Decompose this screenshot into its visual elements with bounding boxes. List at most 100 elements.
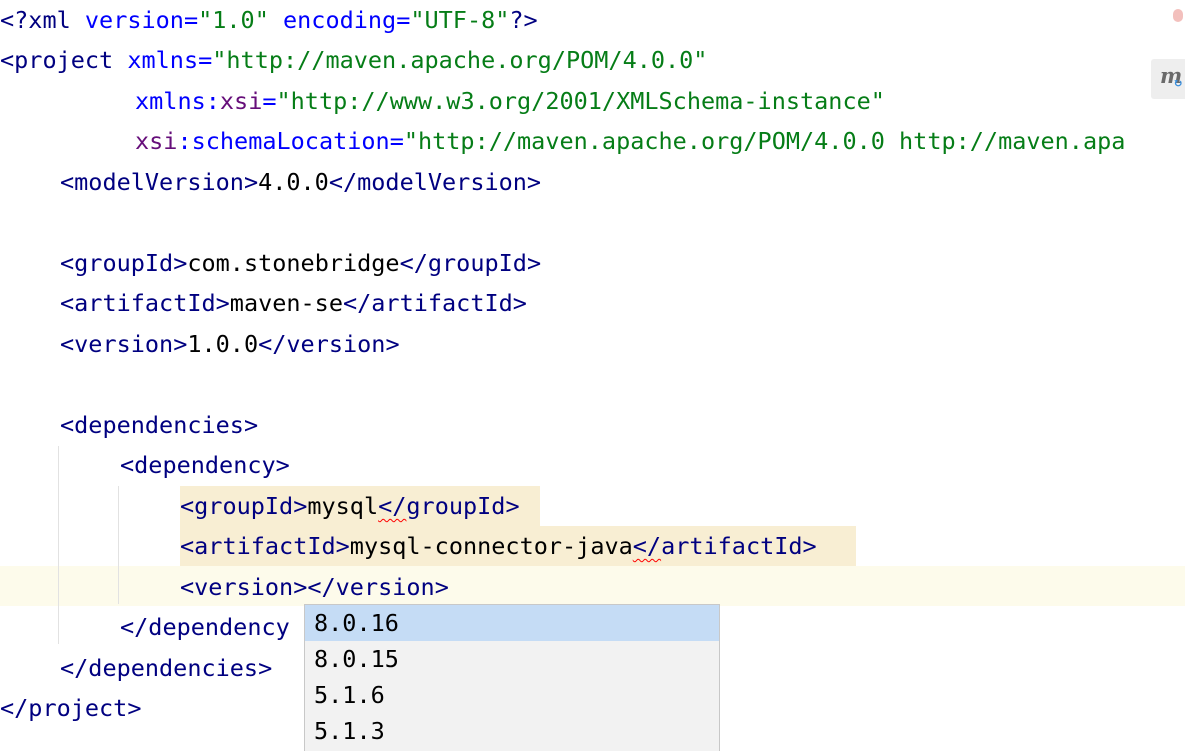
code-line-5[interactable]: <modelVersion>4.0.0</modelVersion> [60, 162, 541, 202]
tag-punct: ?> [509, 6, 538, 34]
code-line-16[interactable]: </dependency [120, 607, 290, 647]
tag-text: mysql-connector-java [349, 532, 633, 560]
tag-punct: </ [342, 289, 372, 317]
completion-item[interactable]: 5.1.3 [305, 713, 719, 749]
tag-name: version [286, 330, 386, 358]
tag-name: version [335, 573, 435, 601]
tag-punct: > [526, 168, 542, 196]
code-line-3[interactable]: xmlns:xsi="http://www.w3.org/2001/XMLSch… [135, 81, 885, 121]
tag-name: dependency [148, 613, 290, 641]
tag-punct: > [215, 289, 230, 317]
tag-name: project [14, 46, 114, 74]
tag-punct: > [293, 492, 308, 520]
tag-punct: < [180, 532, 195, 560]
attr-value: "UTF-8" [410, 6, 510, 34]
tag-punct: > [293, 573, 308, 601]
indent-guide [118, 486, 119, 604]
code-line-13[interactable]: <groupId>mysql</groupId> [180, 486, 520, 526]
tag-name: project [28, 694, 128, 722]
attr-value: "http://maven.apache.org/POM/4.0.0 http:… [403, 127, 1126, 155]
tag-name: artifactId [371, 289, 513, 317]
completion-item[interactable]: 5.1.6 [305, 677, 719, 713]
attr-eq: = [396, 6, 411, 34]
tag-punct: </ [60, 654, 89, 682]
tag-name: groupId [406, 492, 506, 520]
code-line-7[interactable]: <groupId>com.stonebridge</groupId> [60, 243, 541, 283]
tag-name: modelVersion [357, 168, 527, 196]
attr-colon: : [177, 127, 192, 155]
tag-punct: </ [307, 573, 336, 601]
tag-punct: > [173, 330, 188, 358]
tag-text: com.stonebridge [187, 249, 400, 277]
attr-ns: xsi [135, 127, 178, 155]
code-line-14[interactable]: <artifactId>mysql-connector-java</artifa… [180, 526, 817, 566]
code-line-2[interactable]: <project xmlns="http://maven.apache.org/… [0, 40, 707, 80]
tag-name: version [74, 330, 174, 358]
attr-eq: = [389, 127, 404, 155]
tag-punct: </ [258, 330, 287, 358]
code-line-8[interactable]: <artifactId>maven-se</artifactId> [60, 283, 527, 323]
attr-name: version [84, 6, 184, 34]
tag-punct: > [434, 573, 449, 601]
completion-popup[interactable]: 8.0.16 8.0.15 5.1.6 5.1.3 [304, 604, 720, 751]
tag-punct: </ [328, 168, 358, 196]
attr-eq: = [198, 46, 213, 74]
tag-punct: < [60, 330, 75, 358]
tag-name: dependency [134, 451, 276, 479]
tag-punct: < [180, 492, 195, 520]
attr-value: "http://maven.apache.org/POM/4.0.0" [212, 46, 708, 74]
indent-guide [58, 446, 59, 644]
error-stripe-icon[interactable] [1173, 9, 1183, 22]
tag-punct: > [526, 249, 542, 277]
tag-punct: < [120, 451, 135, 479]
code-editor[interactable]: <?xml version="1.0" encoding="UTF-8"?> <… [0, 0, 1185, 751]
tag-punct: < [180, 573, 195, 601]
tag-punct: > [243, 411, 259, 439]
tag-name: artifactId [74, 289, 216, 317]
code-line-17[interactable]: </dependencies> [60, 648, 272, 688]
maven-reload-button[interactable]: m ↻ [1151, 59, 1185, 99]
tag-punct: > [243, 168, 259, 196]
code-line-4[interactable]: xsi:schemaLocation="http://maven.apache.… [135, 121, 1125, 161]
completion-item[interactable]: 8.0.15 [305, 641, 719, 677]
tag-text: 1.0.0 [187, 330, 259, 358]
tag-text: maven-se [229, 289, 343, 317]
tag-punct: < [60, 411, 75, 439]
tag-punct: <? [0, 6, 29, 34]
code-line-11[interactable]: <dependencies> [60, 405, 258, 445]
tag-name: groupId [74, 249, 174, 277]
tag-punct: > [385, 330, 400, 358]
tag-punct: < [60, 289, 75, 317]
tag-punct: > [275, 451, 290, 479]
code-line-18[interactable]: </project> [0, 688, 142, 728]
tag-name: modelVersion [74, 168, 244, 196]
attr-eq: = [262, 87, 277, 115]
attr-value: "http://www.w3.org/2001/XMLSchema-instan… [276, 87, 885, 115]
tag-punct-error: </ [378, 492, 407, 520]
code-line-15[interactable]: <version></version> [180, 567, 449, 607]
tag-punct: > [512, 289, 527, 317]
attr-name: xmlns [127, 46, 199, 74]
code-line-9[interactable]: <version>1.0.0</version> [60, 324, 400, 364]
tag-punct: < [60, 249, 75, 277]
attr-ns: xsi [219, 87, 263, 115]
tag-name: groupId [194, 492, 294, 520]
tag-punct: > [173, 249, 188, 277]
tag-punct: </ [399, 249, 428, 277]
tag-name: dependencies [88, 654, 259, 682]
code-line-1[interactable]: <?xml version="1.0" encoding="UTF-8"?> [0, 0, 538, 40]
attr-name: encoding [283, 6, 397, 34]
caret-row-highlight [0, 566, 1185, 606]
reload-icon: ↻ [1173, 76, 1184, 90]
tag-name: dependencies [74, 411, 244, 439]
tag-text: mysql [307, 492, 379, 520]
tag-punct: </ [120, 613, 149, 641]
tag-punct: > [127, 694, 142, 722]
code-line-12[interactable]: <dependency> [120, 445, 290, 485]
attr-name: schemaLocation [191, 127, 390, 155]
tag-name: groupId [427, 249, 527, 277]
tag-punct: < [0, 46, 15, 74]
completion-item[interactable]: 8.0.16 [305, 605, 719, 641]
attr-name: xmlns [135, 87, 206, 115]
tag-punct: </ [0, 694, 29, 722]
